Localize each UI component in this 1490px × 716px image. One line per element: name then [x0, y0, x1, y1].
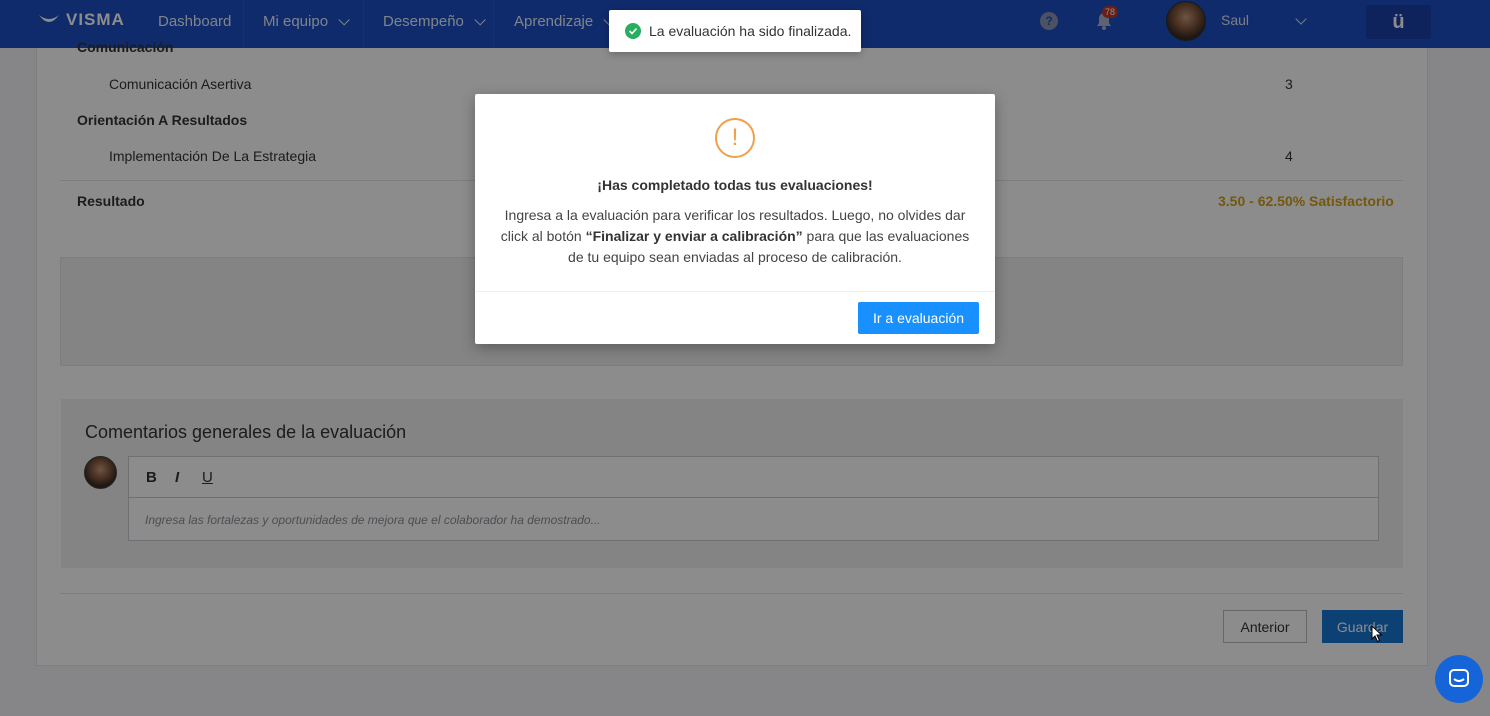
success-toast: La evaluación ha sido finalizada. [609, 10, 861, 52]
exclamation-icon: ! [715, 118, 755, 158]
check-circle-icon [625, 23, 641, 39]
modal-body-highlight: “Finalizar y enviar a calibración” [585, 228, 803, 244]
completion-modal: ! ¡Has completado todas tus evaluaciones… [475, 94, 995, 344]
chat-support-button[interactable] [1435, 655, 1483, 703]
mouse-cursor-icon [1371, 625, 1383, 643]
modal-body: Ingresa a la evaluación para verificar l… [495, 205, 975, 268]
modal-footer-divider [475, 291, 995, 292]
modal-title: ¡Has completado todas tus evaluaciones! [597, 177, 873, 193]
chat-icon [1449, 669, 1469, 687]
go-to-evaluation-button[interactable]: Ir a evaluación [858, 302, 979, 334]
toast-message: La evaluación ha sido finalizada. [649, 23, 852, 39]
